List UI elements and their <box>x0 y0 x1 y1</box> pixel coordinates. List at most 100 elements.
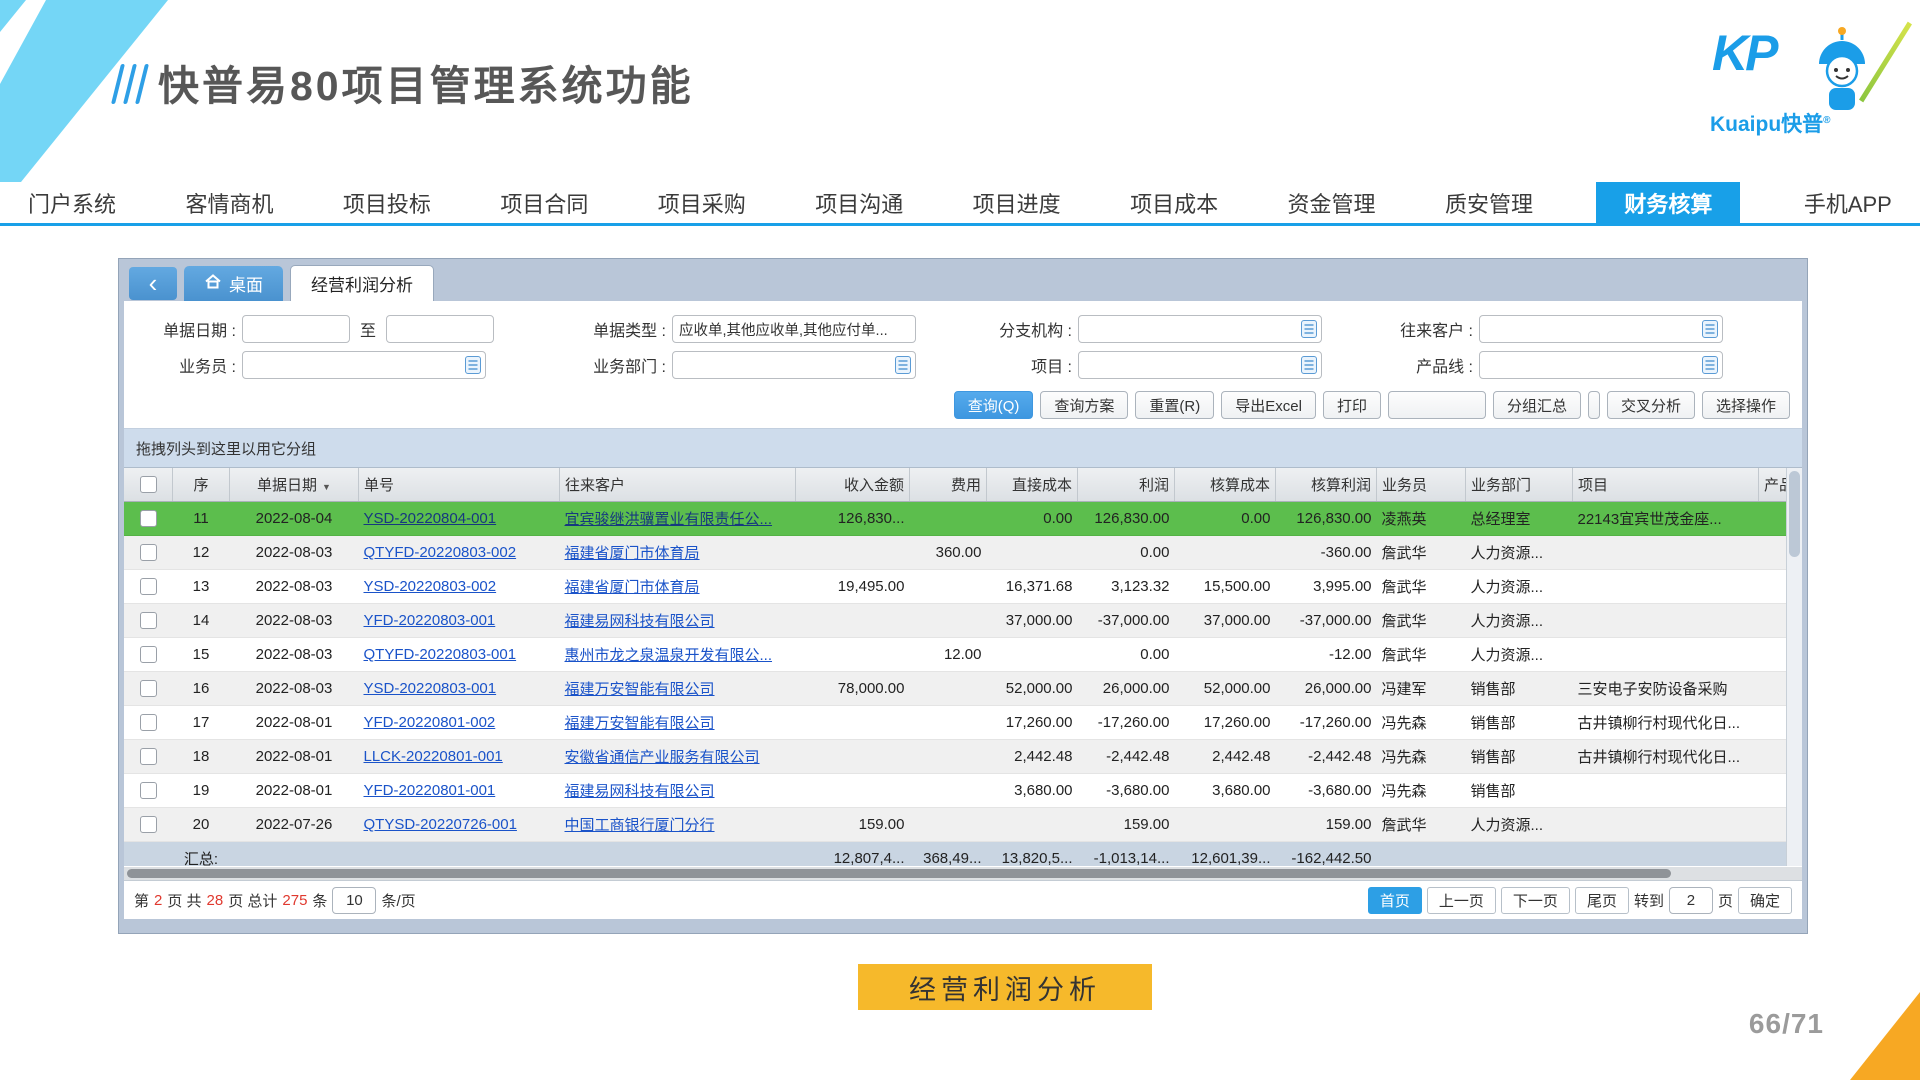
nav-item-1[interactable]: 门户系统 <box>22 182 122 223</box>
column-header-5[interactable]: 收入金额 <box>796 468 910 502</box>
goto-page-input[interactable]: 2 <box>1669 887 1713 914</box>
lookup-icon[interactable] <box>465 356 481 374</box>
vertical-scrollbar-thumb[interactable] <box>1789 471 1800 557</box>
column-header-13[interactable]: 项目 <box>1573 468 1759 502</box>
column-header-8[interactable]: 利润 <box>1078 468 1175 502</box>
bill-no-link[interactable]: YSD-20220803-001 <box>364 680 497 697</box>
bill-no-link[interactable]: QTYSD-20220726-001 <box>364 816 517 833</box>
page-size-input[interactable]: 10 <box>332 887 376 914</box>
column-header-6[interactable]: 费用 <box>910 468 987 502</box>
query-scheme-button[interactable]: 查询方案 <box>1040 391 1128 419</box>
doc-date-to-input[interactable] <box>386 315 494 343</box>
nav-item-9[interactable]: 资金管理 <box>1282 182 1382 223</box>
select-operation-button[interactable]: 选择操作 <box>1702 391 1790 419</box>
group-summary-button[interactable]: 分组汇总 <box>1493 391 1581 419</box>
tab-desktop[interactable]: 桌面 <box>184 266 283 301</box>
row-checkbox[interactable] <box>140 680 157 697</box>
lookup-icon[interactable] <box>1301 320 1317 338</box>
customer-link[interactable]: 福建易网科技有限公司 <box>565 783 715 800</box>
column-header-9[interactable]: 核算成本 <box>1175 468 1276 502</box>
lookup-icon[interactable] <box>895 356 911 374</box>
bill-no-link[interactable]: YFD-20220803-001 <box>364 612 496 629</box>
customer-link[interactable]: 福建易网科技有限公司 <box>565 613 715 630</box>
lookup-icon[interactable] <box>1702 320 1718 338</box>
branch-input[interactable] <box>1078 315 1322 343</box>
confirm-button[interactable]: 确定 <box>1738 887 1792 914</box>
cell <box>910 740 987 774</box>
nav-item-12[interactable]: 手机APP <box>1798 182 1898 223</box>
column-header-4[interactable]: 往来客户 <box>560 468 796 502</box>
back-button[interactable]: ‹ <box>129 267 177 300</box>
customer-link[interactable]: 福建万安智能有限公司 <box>565 715 715 732</box>
row-checkbox[interactable] <box>140 510 157 527</box>
salesman-input[interactable] <box>242 351 486 379</box>
customer-input[interactable] <box>1479 315 1723 343</box>
row-checkbox[interactable] <box>140 578 157 595</box>
row-checkbox[interactable] <box>140 646 157 663</box>
column-header-7[interactable]: 直接成本 <box>987 468 1078 502</box>
customer-link[interactable]: 中国工商银行厦门分行 <box>565 817 715 834</box>
product-line-input[interactable] <box>1479 351 1723 379</box>
cross-analysis-button[interactable]: 交叉分析 <box>1607 391 1695 419</box>
customer-link[interactable]: 福建省厦门市体育局 <box>565 545 700 562</box>
nav-item-5[interactable]: 项目采购 <box>652 182 752 223</box>
customer-link[interactable]: 福建省厦门市体育局 <box>565 579 700 596</box>
bill-no-link[interactable]: YFD-20220801-001 <box>364 782 496 799</box>
toolbar-separator[interactable] <box>1588 391 1600 419</box>
row-checkbox[interactable] <box>140 612 157 629</box>
scheme-name-input[interactable] <box>1388 391 1486 419</box>
row-checkbox[interactable] <box>140 748 157 765</box>
bill-no-link[interactable]: YSD-20220804-001 <box>364 510 497 527</box>
bill-no-link[interactable]: QTYFD-20220803-001 <box>364 646 517 663</box>
vertical-scrollbar[interactable] <box>1786 468 1802 866</box>
row-checkbox[interactable] <box>140 544 157 561</box>
bill-no-link[interactable]: QTYFD-20220803-002 <box>364 544 517 561</box>
department-input[interactable] <box>672 351 916 379</box>
column-header-3[interactable]: 单号 <box>359 468 560 502</box>
reset-button[interactable]: 重置(R) <box>1135 391 1214 419</box>
cell: 2022-08-03 <box>230 536 359 570</box>
query-button[interactable]: 查询(Q) <box>954 391 1034 419</box>
next-page-button[interactable]: 下一页 <box>1501 887 1570 914</box>
nav-item-8[interactable]: 项目成本 <box>1124 182 1224 223</box>
cell: 人力资源... <box>1466 808 1573 842</box>
project-input[interactable] <box>1078 351 1322 379</box>
prev-page-button[interactable]: 上一页 <box>1427 887 1496 914</box>
doc-type-input[interactable]: 应收单,其他应收单,其他应付单... <box>672 315 916 343</box>
horizontal-scrollbar-thumb[interactable] <box>127 869 1671 878</box>
select-all-checkbox[interactable] <box>140 476 157 493</box>
tab-profit-analysis[interactable]: 经营利润分析 <box>290 265 434 301</box>
row-checkbox[interactable] <box>140 816 157 833</box>
column-header-11[interactable]: 业务员 <box>1377 468 1466 502</box>
column-header-10[interactable]: 核算利润 <box>1276 468 1377 502</box>
customer-link[interactable]: 惠州市龙之泉温泉开发有限公... <box>565 647 773 664</box>
lookup-icon[interactable] <box>1702 356 1718 374</box>
export-excel-button[interactable]: 导出Excel <box>1221 391 1316 419</box>
nav-item-6[interactable]: 项目沟通 <box>809 182 909 223</box>
column-header-12[interactable]: 业务部门 <box>1466 468 1573 502</box>
column-header-2[interactable]: 单据日期▼ <box>230 468 359 502</box>
bill-no-link[interactable]: YSD-20220803-002 <box>364 578 497 595</box>
customer-link[interactable]: 安徽省通信产业服务有限公司 <box>565 749 760 766</box>
first-page-button[interactable]: 首页 <box>1368 887 1422 914</box>
horizontal-scrollbar[interactable] <box>124 867 1802 880</box>
nav-item-11[interactable]: 财务核算 <box>1596 182 1740 223</box>
nav-item-10[interactable]: 质安管理 <box>1439 182 1539 223</box>
last-page-button[interactable]: 尾页 <box>1575 887 1629 914</box>
nav-item-4[interactable]: 项目合同 <box>494 182 594 223</box>
row-checkbox[interactable] <box>140 714 157 731</box>
row-checkbox[interactable] <box>140 782 157 799</box>
column-header-0[interactable] <box>124 468 173 502</box>
group-by-bar[interactable]: 拖拽列头到这里以用它分组 <box>124 428 1802 468</box>
nav-item-3[interactable]: 项目投标 <box>337 182 437 223</box>
customer-link[interactable]: 福建万安智能有限公司 <box>565 681 715 698</box>
bill-no-link[interactable]: LLCK-20220801-001 <box>364 748 503 765</box>
doc-date-from-input[interactable] <box>242 315 350 343</box>
column-header-1[interactable]: 序 <box>173 468 230 502</box>
bill-no-link[interactable]: YFD-20220801-002 <box>364 714 496 731</box>
print-button[interactable]: 打印 <box>1323 391 1381 419</box>
nav-item-2[interactable]: 客情商机 <box>179 182 279 223</box>
nav-item-7[interactable]: 项目进度 <box>967 182 1067 223</box>
lookup-icon[interactable] <box>1301 356 1317 374</box>
customer-link[interactable]: 宜宾骏继洪骥置业有限责任公... <box>565 511 773 528</box>
